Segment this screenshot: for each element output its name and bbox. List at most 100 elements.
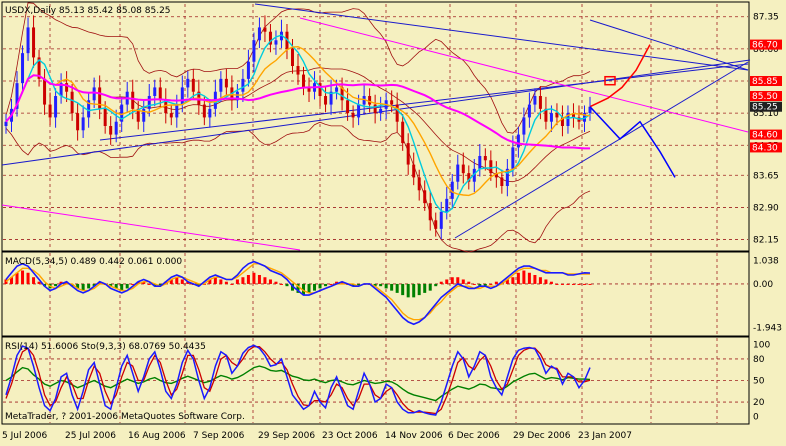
date-label: 23 Jan 2007: [578, 431, 632, 441]
macd-histogram-bar: [428, 283, 432, 291]
candle-body: [324, 96, 328, 105]
price-tick-label: 82.15: [753, 236, 779, 246]
candle-body: [246, 61, 250, 79]
candle-body: [456, 164, 460, 182]
date-label: 16 Aug 2006: [128, 431, 186, 441]
macd-histogram-bar: [555, 283, 559, 285]
macd-histogram-bar: [230, 283, 234, 285]
date-label: 29 Sep 2006: [258, 431, 315, 441]
candle-body: [48, 104, 52, 118]
candle-body: [98, 87, 102, 109]
macd-histogram-bar: [390, 283, 394, 291]
candle-body: [202, 104, 206, 118]
candle-body: [241, 78, 245, 92]
macd-histogram-bar: [318, 283, 322, 289]
chart-canvas: 87.3586.6085.8585.1084.3583.6582.9082.15…: [0, 0, 786, 442]
candle-body: [555, 113, 559, 118]
macd-histogram-bar: [26, 272, 30, 284]
candle-body: [489, 160, 493, 174]
rsi-tick-label: 0: [753, 412, 759, 422]
macd-histogram-bar: [324, 283, 328, 287]
candle-body: [549, 113, 553, 122]
macd-histogram-bar: [489, 283, 493, 285]
price-tick-label: 87.35: [753, 13, 779, 23]
copyright-footer: MetaTrader, ? 2001-2006 MetaQuotes Softw…: [5, 412, 245, 422]
candle-body: [478, 156, 482, 169]
macd-histogram-bar: [533, 275, 537, 284]
date-label: 29 Dec 2006: [513, 431, 571, 441]
candle-body: [290, 48, 294, 66]
date-label: 14 Nov 2006: [385, 431, 443, 441]
macd-histogram-bar: [279, 283, 283, 285]
candle-body: [208, 108, 212, 118]
candle-body: [445, 198, 449, 212]
date-label: 7 Sep 2006: [193, 431, 245, 441]
candle-body: [224, 78, 228, 88]
macd-histogram-bar: [395, 283, 399, 293]
candle-body: [26, 27, 30, 54]
candle-body: [351, 113, 355, 118]
chart-window: 87.3586.6085.8585.1084.3583.6582.9082.15…: [0, 0, 786, 442]
macd-histogram-bar: [456, 277, 460, 284]
candle-body: [483, 156, 487, 161]
price-tick-label: 82.90: [753, 203, 779, 213]
candle-body: [43, 78, 47, 105]
candle-body: [169, 113, 173, 118]
date-label: 23 Oct 2006: [322, 431, 378, 441]
price-label-text: 85.50: [752, 92, 778, 102]
macd-histogram-bar: [32, 277, 36, 284]
candle-body: [423, 190, 427, 204]
macd-histogram-bar: [37, 281, 41, 284]
macd-histogram-bar: [577, 283, 581, 285]
macd-histogram-bar: [566, 283, 570, 285]
macd-histogram-bar: [450, 277, 454, 284]
macd-histogram-bar: [467, 281, 471, 284]
macd-histogram-bar: [224, 281, 228, 284]
candle-body: [4, 121, 8, 126]
candle-body: [406, 143, 410, 165]
candle-body: [153, 87, 157, 96]
macd-histogram-bar: [147, 283, 151, 285]
candle-body: [296, 66, 300, 75]
macd-histogram-bar: [522, 270, 526, 284]
candle-body: [70, 91, 74, 114]
price-label-text: 84.30: [752, 143, 778, 153]
candle-body: [164, 100, 168, 114]
candle-body: [263, 27, 267, 32]
rsi-tick-label: 50: [753, 377, 765, 387]
candle-body: [401, 121, 405, 144]
candle-body: [109, 126, 113, 135]
candle-body: [368, 96, 372, 105]
macd-histogram-bar: [549, 281, 553, 284]
candle-body: [92, 87, 96, 101]
candle-body: [302, 74, 306, 88]
macd-histogram-bar: [401, 283, 405, 296]
candle-body: [54, 96, 58, 118]
candle-body: [131, 91, 135, 109]
candle-body: [252, 40, 256, 62]
macd-histogram-bar: [560, 283, 564, 285]
macd-histogram-bar: [235, 279, 239, 284]
candle-body: [191, 78, 195, 92]
macd-histogram-bar: [445, 279, 449, 284]
macd-histogram-bar: [516, 272, 520, 284]
price-label-text: 85.25: [752, 103, 778, 113]
candle-body: [379, 108, 383, 114]
macd-histogram-bar: [379, 283, 383, 287]
macd-histogram-bar: [274, 281, 278, 284]
date-label: 25 Jul 2006: [65, 431, 116, 441]
candle-body: [76, 113, 80, 131]
price-label-text: 84.60: [752, 131, 778, 141]
macd-tick-label: 0.00: [753, 280, 773, 290]
macd-histogram-bar: [313, 283, 317, 291]
candle-body: [434, 220, 438, 229]
price-label-text: 85.85: [752, 77, 778, 87]
macd-histogram-bar: [257, 275, 261, 284]
candle-body: [527, 104, 531, 118]
price-label-text: 86.70: [752, 41, 778, 51]
macd-histogram-bar: [268, 279, 272, 284]
candle-body: [32, 27, 36, 58]
macd-histogram-bar: [263, 277, 267, 284]
candle-body: [439, 211, 443, 229]
macd-histogram-bar: [180, 279, 184, 284]
